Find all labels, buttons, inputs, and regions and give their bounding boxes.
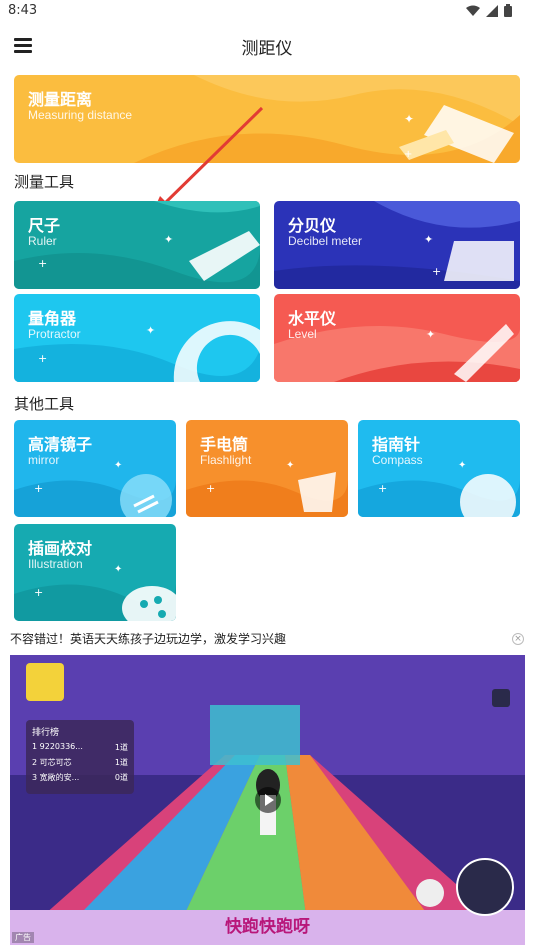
svg-text:✦: ✦ — [114, 564, 122, 575]
ruler-subtitle: Ruler — [28, 234, 57, 248]
flashlight-subtitle: Flashlight — [200, 453, 252, 467]
ad-leaderboard: 排行榜 1 9220336... 1道 2 可芯可芯 1道 3 宽敞的安... 0道 — [26, 720, 134, 794]
leaderboard-title: 排行榜 — [32, 728, 60, 738]
illustration-title: 插画校对 — [28, 539, 93, 558]
ruler-card[interactable]: ✦ + 尺子 Ruler — [14, 201, 260, 289]
svg-text:+: + — [206, 482, 215, 495]
play-icon[interactable] — [255, 787, 281, 813]
svg-text:+: + — [34, 482, 43, 495]
section-title-measure: 测量工具 — [14, 173, 75, 191]
flashlight-card[interactable]: ✦ + 手电筒 Flashlight — [186, 420, 348, 517]
svg-text:+: + — [432, 265, 441, 278]
ad-caption: 快跑快跑呀 — [225, 917, 310, 937]
svg-text:✦: ✦ — [424, 233, 433, 246]
svg-text:✦: ✦ — [426, 328, 435, 341]
leaderboard-row: 2 可芯可芯 1道 — [32, 758, 128, 767]
protractor-subtitle: Protractor — [28, 327, 81, 341]
illustration-subtitle: Illustration — [28, 557, 83, 571]
ad-video[interactable]: 排行榜 1 9220336... 1道 2 可芯可芯 1道 3 宽敞的安... 0道 … — [10, 655, 525, 945]
protractor-card[interactable]: ✦ + 量角器 Protractor — [14, 294, 260, 382]
svg-text:✦: ✦ — [286, 460, 294, 471]
svg-text:✦: ✦ — [458, 460, 466, 471]
section-title-other: 其他工具 — [14, 395, 75, 413]
svg-text:+: + — [38, 257, 47, 270]
protractor-title: 量角器 — [28, 309, 77, 328]
decibel-subtitle: Decibel meter — [288, 234, 363, 248]
ad-badge: 广告 — [12, 932, 34, 943]
compass-subtitle: Compass — [372, 453, 423, 467]
svg-text:✦: ✦ — [164, 233, 173, 246]
svg-text:+: + — [34, 586, 43, 599]
level-subtitle: Level — [288, 327, 317, 341]
svg-text:✦: ✦ — [114, 460, 122, 471]
svg-text:+: + — [38, 352, 47, 365]
ad-close-icon[interactable]: × — [512, 633, 524, 645]
compass-title: 指南针 — [372, 435, 421, 454]
ruler-title: 尺子 — [28, 216, 61, 235]
illustration-card[interactable]: ✦ + 插画校对 Illustration — [14, 524, 176, 621]
decibel-meter-card[interactable]: ✦ + 分贝仪 Decibel meter — [274, 201, 520, 289]
level-title: 水平仪 — [288, 309, 337, 328]
leaderboard-row: 3 宽敞的安... 0道 — [32, 773, 128, 782]
leaderboard-row: 1 9220336... 1道 — [32, 742, 128, 752]
ad-headline[interactable]: 不容错过！英语天天练孩子边玩边学，激发学习兴趣 — [10, 630, 286, 647]
decibel-title: 分贝仪 — [288, 216, 337, 235]
flashlight-title: 手电筒 — [200, 435, 249, 454]
compass-card[interactable]: ✦ + 指南针 Compass — [358, 420, 520, 517]
mirror-card[interactable]: ✦ + 高清镜子 mirror — [14, 420, 176, 517]
mirror-subtitle: mirror — [28, 453, 60, 467]
level-card[interactable]: ✦ 水平仪 Level — [274, 294, 520, 382]
mirror-title: 高清镜子 — [28, 435, 93, 454]
svg-text:✦: ✦ — [146, 324, 155, 337]
svg-text:+: + — [378, 482, 387, 495]
